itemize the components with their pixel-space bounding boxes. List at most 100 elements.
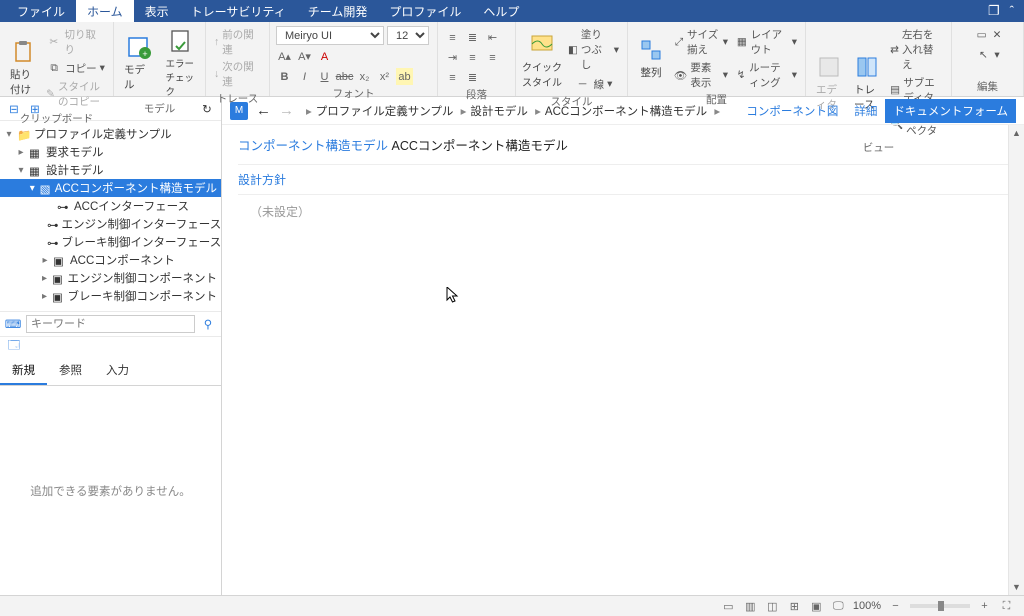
errorcheck-button[interactable]: エラーチェック [162,26,200,100]
tree-node[interactable]: ▸▣エンジン制御コンポーネント [0,269,221,287]
superscript-button[interactable]: x² [376,68,393,85]
align-left-button[interactable]: ≡ [464,49,481,66]
group-edit-label: 編集 [958,78,1017,94]
menu-help[interactable]: ヘルプ [472,0,530,23]
edit-pointer-button[interactable]: ↖ ▾ [973,46,1001,64]
resize-button[interactable]: ⤢サイズ揃え ▾ [672,26,730,58]
group-clipboard-label: クリップボード [6,110,107,126]
menu-file[interactable]: ファイル [6,0,76,23]
tree-node[interactable]: ⊶ACCインターフェース [0,197,221,215]
nav-back-button[interactable]: ← [256,102,271,119]
sub-tab-ref[interactable]: 参照 [47,357,94,385]
package-icon: 📁 [17,128,31,140]
component-icon: ▣ [52,290,65,302]
outdent-button[interactable]: ⇤ [484,29,501,46]
pointer-icon: ↖ [975,47,991,63]
font-size-select[interactable]: 12 [387,26,429,45]
tab-component-diagram[interactable]: コンポーネント図 [738,99,846,123]
menu-traceability[interactable]: トレーサビリティ [180,0,297,23]
finder-icon[interactable]: 🗔 [6,339,22,355]
status-screen-icon[interactable]: 🖵 [831,599,846,614]
tree-node[interactable]: ▸▦要求モデル [0,143,221,161]
fill-button[interactable]: ◧塗りつぶし ▾ [566,26,621,73]
align-right-button[interactable]: ≡ [444,69,461,86]
numbering-button[interactable]: ≣ [464,29,481,46]
model-tree[interactable]: ▾📁プロファイル定義サンプル ▸▦要求モデル ▾▦設計モデル ▾▧ACCコンポー… [0,121,221,311]
routing-button[interactable]: ↯ルーティング ▾ [734,59,799,91]
sub-tab-input[interactable]: 入力 [94,357,141,385]
tree-node[interactable]: ▸▣ACCコンポーネント [0,251,221,269]
menu-profile[interactable]: プロファイル [378,0,472,23]
model-button[interactable]: + モデル [120,26,158,100]
highlight-button[interactable]: ab [396,68,413,85]
paste-icon [10,39,36,65]
underline-button[interactable]: U [316,68,333,85]
next-relation-button[interactable]: ↓ 次の関連 [212,58,263,90]
scroll-up-icon[interactable]: ▲ [1009,125,1024,141]
tree-node[interactable]: ▸▣ブレーキ制御コンポーネント [0,287,221,305]
paste-button[interactable]: 貼り付け [6,26,40,110]
svg-text:+: + [142,49,147,59]
tree-node[interactable]: ⊶ブレーキ制御インターフェース [0,233,221,251]
window-restore-icon[interactable]: ❐ [988,3,1000,19]
indent-button[interactable]: ⇥ [444,49,461,66]
close-icon[interactable]: ✕ [993,29,1002,41]
menu-team[interactable]: チーム開発 [297,0,379,23]
font-color-button[interactable]: A [316,48,333,65]
vertical-scrollbar[interactable]: ▲ ▼ [1008,125,1024,595]
model-node-icon: ▦ [29,146,43,158]
font-shrink-button[interactable]: A▾ [296,48,313,65]
italic-button[interactable]: I [296,68,313,85]
tree-node-selected[interactable]: ▾▧ACCコンポーネント構造モデル [0,179,221,197]
sub-tab-new[interactable]: 新規 [0,357,47,385]
select-button[interactable]: ▭✕ [972,26,1004,44]
status-view2-icon[interactable]: ▥ [743,599,758,614]
zoom-out-button[interactable]: − [888,599,903,614]
status-bar: ▭ ▥ ◫ ⊞ ▣ 🖵 100% − + ⛶ [0,595,1024,616]
line-button[interactable]: ─線 ▾ [566,75,621,93]
tree-node[interactable]: ▾▦設計モデル [0,161,221,179]
showelement-button[interactable]: 👁要素表示 ▾ [672,59,730,91]
tab-detail[interactable]: 詳細 [846,99,885,123]
layout-button[interactable]: ▦レイアウト ▾ [734,26,799,58]
menu-view[interactable]: 表示 [134,0,180,23]
status-view5-icon[interactable]: ▣ [809,599,824,614]
bullets-button[interactable]: ≡ [444,29,461,46]
justify-button[interactable]: ≣ [464,69,481,86]
prev-relation-button[interactable]: ↑ 前の関連 [212,26,263,58]
font-family-select[interactable]: Meiryo UI [276,26,384,45]
quick-style-button[interactable]: クイック スタイル [522,26,562,93]
tree-root[interactable]: ▾📁プロファイル定義サンプル [0,125,221,143]
align-center-button[interactable]: ≡ [484,49,501,66]
window-collapse-icon[interactable]: ˆ [1010,3,1014,19]
fit-button[interactable]: ⛶ [999,599,1014,614]
zoom-in-button[interactable]: + [977,599,992,614]
zoom-slider[interactable] [910,604,970,608]
section-heading: 設計方針 [238,164,1008,195]
zoom-level: 100% [853,600,881,612]
copy-button[interactable]: ⧉コピー ▾ [44,59,107,77]
subscript-button[interactable]: x₂ [356,68,373,85]
style-copy-button[interactable]: ✎スタイルのコピー [44,78,107,110]
search-input[interactable] [26,315,195,333]
breadcrumb[interactable]: ▸プロファイル定義サンプル ▸設計モデル ▸ACCコンポーネント構造モデル ▸ [302,103,724,119]
brush-icon: ✎ [46,86,55,102]
status-view3-icon[interactable]: ◫ [765,599,780,614]
menu-home[interactable]: ホーム [76,0,134,23]
paste-label: 貼り付け [10,67,36,97]
cut-button[interactable]: ✂切り取り [44,26,107,58]
tab-document-form[interactable]: ドキュメントフォーム [885,99,1016,123]
status-view1-icon[interactable]: ▭ [721,599,736,614]
strike-button[interactable]: abc [336,68,353,85]
align-button[interactable]: 整列 [634,26,668,91]
model-node-icon: ▦ [29,164,43,176]
scroll-down-icon[interactable]: ▼ [1009,579,1024,595]
font-grow-button[interactable]: A▴ [276,48,293,65]
sub-editor-icon: ▤ [890,82,900,98]
tree-node[interactable]: ⊶エンジン制御インターフェース [0,215,221,233]
bold-button[interactable]: B [276,68,293,85]
filter-icon[interactable]: ⚲ [200,316,216,332]
swap-button[interactable]: ⇄左右を入れ替え [888,26,945,73]
status-view4-icon[interactable]: ⊞ [787,599,802,614]
nav-forward-button[interactable]: → [279,102,294,119]
